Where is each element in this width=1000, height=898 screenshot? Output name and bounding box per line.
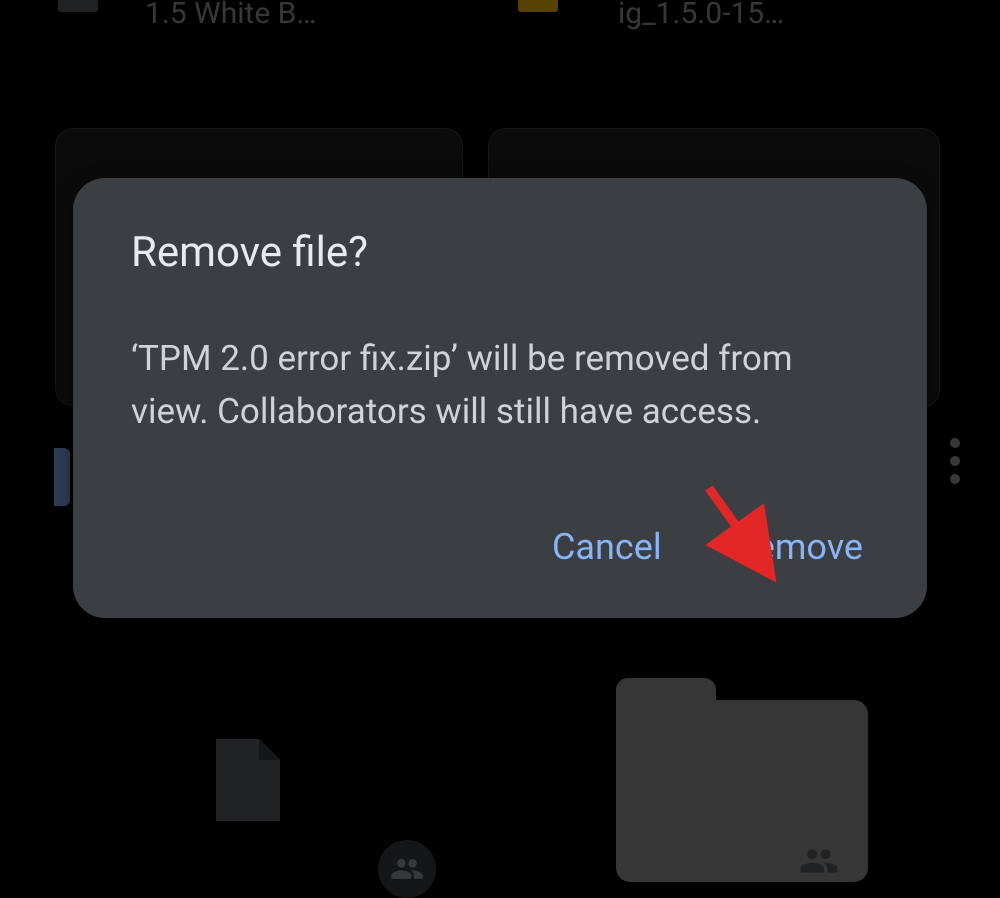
remove-file-dialog: Remove file? ‘TPM 2.0 error fix.zip’ wil… <box>73 178 927 618</box>
dialog-title: Remove file? <box>131 228 869 277</box>
dialog-message: ‘TPM 2.0 error fix.zip’ will be removed … <box>131 333 869 438</box>
modal-overlay: Remove file? ‘TPM 2.0 error fix.zip’ wil… <box>0 0 1000 882</box>
remove-button[interactable]: Remove <box>728 518 869 576</box>
dialog-actions: Cancel Remove <box>131 518 869 576</box>
cancel-button[interactable]: Cancel <box>546 518 668 576</box>
